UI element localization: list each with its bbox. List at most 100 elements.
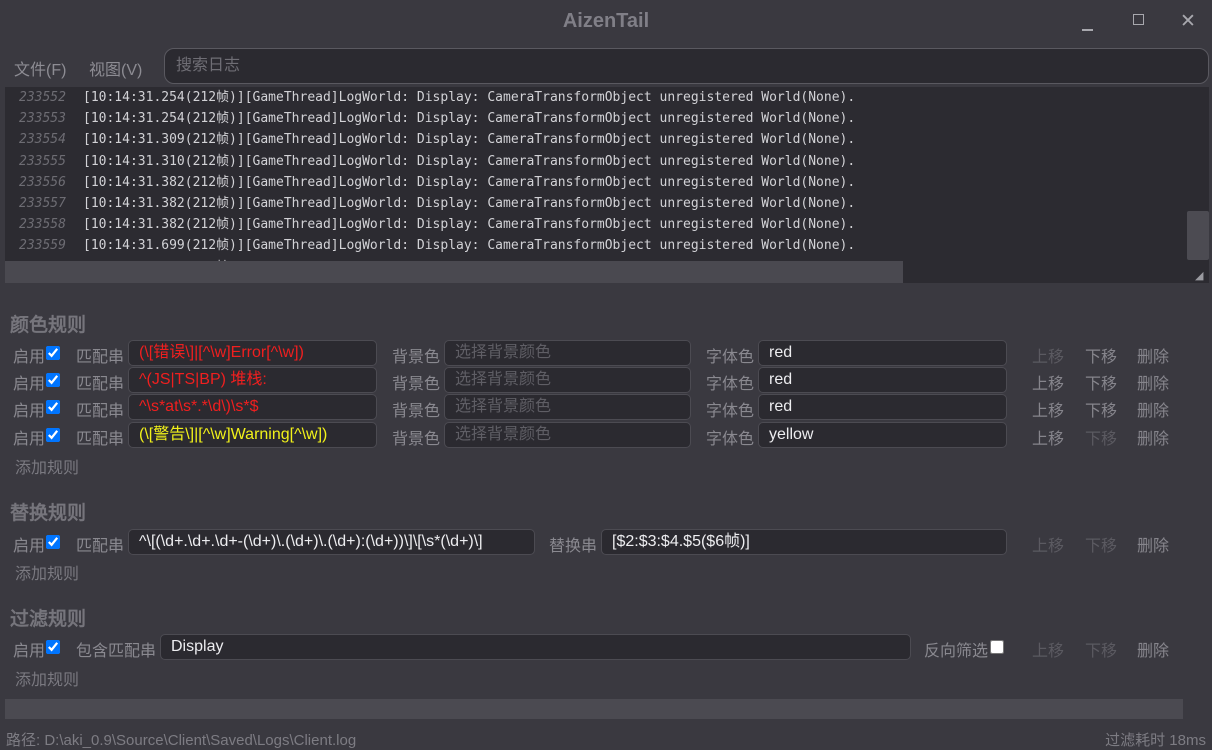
move-up-button[interactable]: 上移 bbox=[1032, 425, 1064, 449]
minimize-button[interactable] bbox=[1063, 0, 1113, 44]
move-down-button[interactable]: 下移 bbox=[1085, 532, 1117, 556]
log-line[interactable]: 233555 [10:14:31.310(212帧)][GameThread]Lo… bbox=[5, 151, 1190, 172]
filter-time: 过滤耗时 18ms bbox=[1105, 732, 1206, 749]
color-match-field[interactable]: (\[错误\]|[^\w]Error[^\w]) bbox=[128, 340, 377, 366]
log-viewer[interactable]: 233552 [10:14:31.254(212帧)][GameThread]Lo… bbox=[5, 87, 1209, 283]
match-label: 匹配串 bbox=[76, 376, 125, 393]
color-rule-enable-checkbox[interactable] bbox=[46, 428, 60, 442]
log-line-number: 233555 bbox=[19, 153, 66, 169]
log-line-number: 233553 bbox=[19, 111, 66, 127]
log-line-text: [10:14:31.382(212帧)][GameThread]LogWorld… bbox=[83, 174, 856, 190]
add-replace-rule-button[interactable]: 添加规则 bbox=[15, 560, 79, 584]
close-button[interactable]: ✕ bbox=[1163, 0, 1212, 44]
log-vertical-scroll-thumb[interactable] bbox=[1187, 211, 1209, 260]
log-line-number: 233554 bbox=[19, 132, 66, 148]
log-line[interactable]: 233559 [10:14:31.699(212帧)][GameThread]Lo… bbox=[5, 235, 1190, 256]
bg-color-field[interactable]: 选择背景颜色 bbox=[444, 422, 691, 448]
log-line[interactable]: 233552 [10:14:31.254(212帧)][GameThread]Lo… bbox=[5, 87, 1190, 108]
font-color-field[interactable]: red bbox=[758, 340, 1007, 366]
filter-rule-enable-checkbox[interactable] bbox=[46, 640, 60, 654]
delete-button[interactable]: 删除 bbox=[1137, 343, 1169, 367]
bg-color-label: 背景色 bbox=[392, 431, 441, 448]
move-down-button[interactable]: 下移 bbox=[1085, 343, 1117, 367]
log-file-path: 路径: D:\aki_0.9\Source\Client\Saved\Logs\… bbox=[6, 732, 357, 749]
log-line[interactable]: 233554 [10:14:31.309(212帧)][GameThread]Lo… bbox=[5, 129, 1190, 150]
font-color-label: 字体色 bbox=[706, 431, 755, 448]
bg-color-field[interactable]: 选择背景颜色 bbox=[444, 394, 691, 420]
log-line-text: [10:14:31.699(212帧)][GameThread]LogWorld… bbox=[83, 238, 856, 254]
status-bar: 路径: D:\aki_0.9\Source\Client\Saved\Logs\… bbox=[0, 722, 1212, 750]
log-line-text: [10:14:31.382(212帧)][GameThread]LogWorld… bbox=[83, 195, 856, 211]
rules-panel: 颜色规则 启用 匹配串 (\[错误\]|[^\w]Error[^\w]) 背景色 选择背… bbox=[5, 288, 1188, 698]
log-line-number: 233559 bbox=[19, 238, 66, 254]
move-up-button[interactable]: 上移 bbox=[1032, 343, 1064, 367]
maximize-button[interactable] bbox=[1113, 0, 1163, 44]
bg-color-field[interactable]: 选择背景颜色 bbox=[444, 340, 691, 366]
font-color-label: 字体色 bbox=[706, 349, 755, 366]
enable-label: 启用 bbox=[13, 376, 46, 393]
log-line[interactable]: 233558 [10:14:31.382(212帧)][GameThread]Lo… bbox=[5, 214, 1190, 235]
delete-button[interactable]: 删除 bbox=[1137, 637, 1169, 661]
app-title: AizenTail bbox=[562, 10, 650, 32]
bg-color-field[interactable]: 选择背景颜色 bbox=[444, 367, 691, 393]
reverse-filter-checkbox[interactable] bbox=[990, 640, 1004, 654]
add-filter-rule-button[interactable]: 添加规则 bbox=[15, 666, 79, 690]
rules-vertical-scrollbar[interactable] bbox=[1188, 288, 1209, 698]
log-line[interactable]: 233557 [10:14:31.382(212帧)][GameThread]Lo… bbox=[5, 193, 1190, 214]
move-down-button[interactable]: 下移 bbox=[1085, 425, 1117, 449]
replace-label: 替换串 bbox=[549, 538, 598, 555]
font-color-label: 字体色 bbox=[706, 403, 755, 420]
enable-label: 启用 bbox=[13, 349, 46, 366]
contains-match-label: 包含匹配串 bbox=[76, 643, 157, 660]
move-up-button[interactable]: 上移 bbox=[1032, 637, 1064, 661]
maximize-icon bbox=[1133, 14, 1144, 25]
filter-match-field[interactable]: Display bbox=[160, 634, 911, 660]
replace-rules-title: 替换规则 bbox=[10, 503, 87, 524]
font-color-field[interactable]: red bbox=[758, 367, 1007, 393]
color-match-field[interactable]: ^\s*at\s*.*\d\)\s*$ bbox=[128, 394, 377, 420]
log-horizontal-scroll-thumb[interactable] bbox=[5, 261, 903, 283]
move-up-button[interactable]: 上移 bbox=[1032, 397, 1064, 421]
log-line-text: [10:14:31.254(212帧)][GameThread]LogWorld… bbox=[83, 111, 856, 127]
menu-file[interactable]: 文件(F) bbox=[14, 56, 66, 80]
log-line-text: [10:14:31.254(212帧)][GameThread]LogWorld… bbox=[83, 90, 856, 105]
move-up-button[interactable]: 上移 bbox=[1032, 532, 1064, 556]
color-match-field[interactable]: ^(JS|TS|BP) 堆栈: bbox=[128, 367, 377, 393]
reverse-filter-label: 反向筛选 bbox=[924, 643, 989, 660]
color-rule-enable-checkbox[interactable] bbox=[46, 346, 60, 360]
menu-view[interactable]: 视图(V) bbox=[89, 56, 142, 80]
delete-button[interactable]: 删除 bbox=[1137, 532, 1169, 556]
filter-rules-title: 过滤规则 bbox=[10, 609, 87, 630]
delete-button[interactable]: 删除 bbox=[1137, 370, 1169, 394]
color-rules-title: 颜色规则 bbox=[10, 315, 87, 336]
font-color-field[interactable]: red bbox=[758, 394, 1007, 420]
resize-grip-icon[interactable]: ◢ bbox=[1195, 269, 1203, 282]
color-rule-row: 启用 匹配串 (\[错误\]|[^\w]Error[^\w]) 背景色 选择背景颜色 字体… bbox=[5, 340, 1188, 366]
font-color-field[interactable]: yellow bbox=[758, 422, 1007, 448]
log-line[interactable]: 233553 [10:14:31.254(212帧)][GameThread]Lo… bbox=[5, 108, 1190, 129]
replace-string-field[interactable]: [$2:$3:$4.$5($6帧)] bbox=[601, 529, 1007, 555]
color-rule-row: 启用 匹配串 (\[警告\]|[^\w]Warning[^\w]) 背景色 选择背景颜色… bbox=[5, 422, 1188, 448]
log-search-input[interactable] bbox=[164, 48, 1209, 84]
delete-button[interactable]: 删除 bbox=[1137, 425, 1169, 449]
rules-horizontal-scrollbar[interactable] bbox=[5, 699, 1183, 719]
color-rule-enable-checkbox[interactable] bbox=[46, 400, 60, 414]
font-color-label: 字体色 bbox=[706, 376, 755, 393]
move-down-button[interactable]: 下移 bbox=[1085, 397, 1117, 421]
log-line[interactable]: 233556 [10:14:31.382(212帧)][GameThread]Lo… bbox=[5, 172, 1190, 193]
replace-match-field[interactable]: ^\[(\d+.\d+.\d+-(\d+)\.(\d+)\.(\d+):(\d+… bbox=[128, 529, 535, 555]
color-rule-enable-checkbox[interactable] bbox=[46, 373, 60, 387]
move-down-button[interactable]: 下移 bbox=[1085, 370, 1117, 394]
log-line-number: 233552 bbox=[19, 90, 66, 105]
enable-label: 启用 bbox=[13, 538, 46, 555]
log-line-text: [10:14:31.309(212帧)][GameThread]LogWorld… bbox=[83, 132, 856, 148]
replace-rule-enable-checkbox[interactable] bbox=[46, 535, 60, 549]
add-color-rule-button[interactable]: 添加规则 bbox=[15, 454, 79, 478]
delete-button[interactable]: 删除 bbox=[1137, 397, 1169, 421]
move-up-button[interactable]: 上移 bbox=[1032, 370, 1064, 394]
title-bar: AizenTail ✕ bbox=[0, 0, 1212, 44]
log-line-number: 233557 bbox=[19, 195, 66, 211]
enable-label: 启用 bbox=[13, 431, 46, 448]
move-down-button[interactable]: 下移 bbox=[1085, 637, 1117, 661]
color-match-field[interactable]: (\[警告\]|[^\w]Warning[^\w]) bbox=[128, 422, 377, 448]
